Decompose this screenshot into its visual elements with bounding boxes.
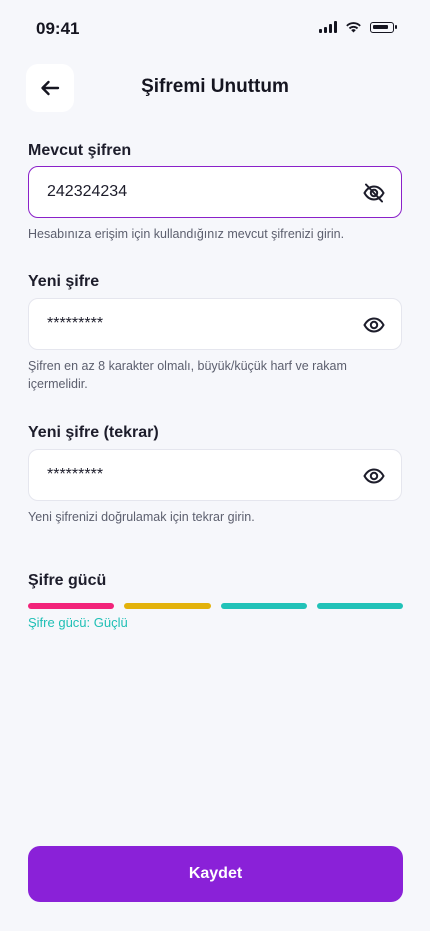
strength-label: Şifre gücü [28, 572, 107, 589]
status-bar: 09:41 [0, 0, 430, 58]
current-password-helper: Hesabınıza erişim için kullandığınız mev… [28, 227, 345, 241]
strength-segment [220, 603, 307, 609]
page-title: Şifremi Unuttum [141, 76, 289, 97]
eye-off-icon [363, 183, 385, 203]
toggle-visibility-button[interactable] [361, 312, 387, 338]
battery-icon [370, 21, 397, 33]
new-password-field[interactable] [28, 298, 402, 350]
new-password-label: Yeni şifre [28, 273, 100, 290]
toggle-visibility-button[interactable] [361, 463, 387, 489]
eye-icon [363, 468, 385, 484]
strength-meter [28, 603, 403, 609]
toggle-visibility-button[interactable] [361, 180, 387, 206]
strength-segment [316, 603, 403, 609]
current-password-label: Mevcut şifren [28, 142, 132, 159]
current-password-input[interactable] [47, 183, 337, 201]
new-password-input[interactable] [47, 315, 337, 333]
save-button[interactable]: Kaydet [28, 846, 403, 902]
confirm-password-helper: Yeni şifrenizi doğrulamak için tekrar gi… [28, 510, 255, 524]
eye-icon [363, 317, 385, 333]
cellular-signal-icon [319, 21, 337, 33]
confirm-password-input[interactable] [47, 466, 337, 484]
current-password-field[interactable] [28, 166, 402, 218]
confirm-password-label: Yeni şifre (tekrar) [28, 424, 159, 441]
new-password-helper: Şifren en az 8 karakter olmalı, büyük/kü… [28, 359, 347, 391]
header: Şifremi Unuttum [0, 62, 430, 112]
strength-segment [124, 603, 211, 609]
confirm-password-field[interactable] [28, 449, 402, 501]
strength-status: Şifre gücü: Güçlü [28, 615, 128, 630]
status-icons [319, 21, 397, 33]
strength-segment [28, 603, 115, 609]
status-time: 09:41 [36, 19, 80, 38]
wifi-icon [346, 22, 361, 33]
